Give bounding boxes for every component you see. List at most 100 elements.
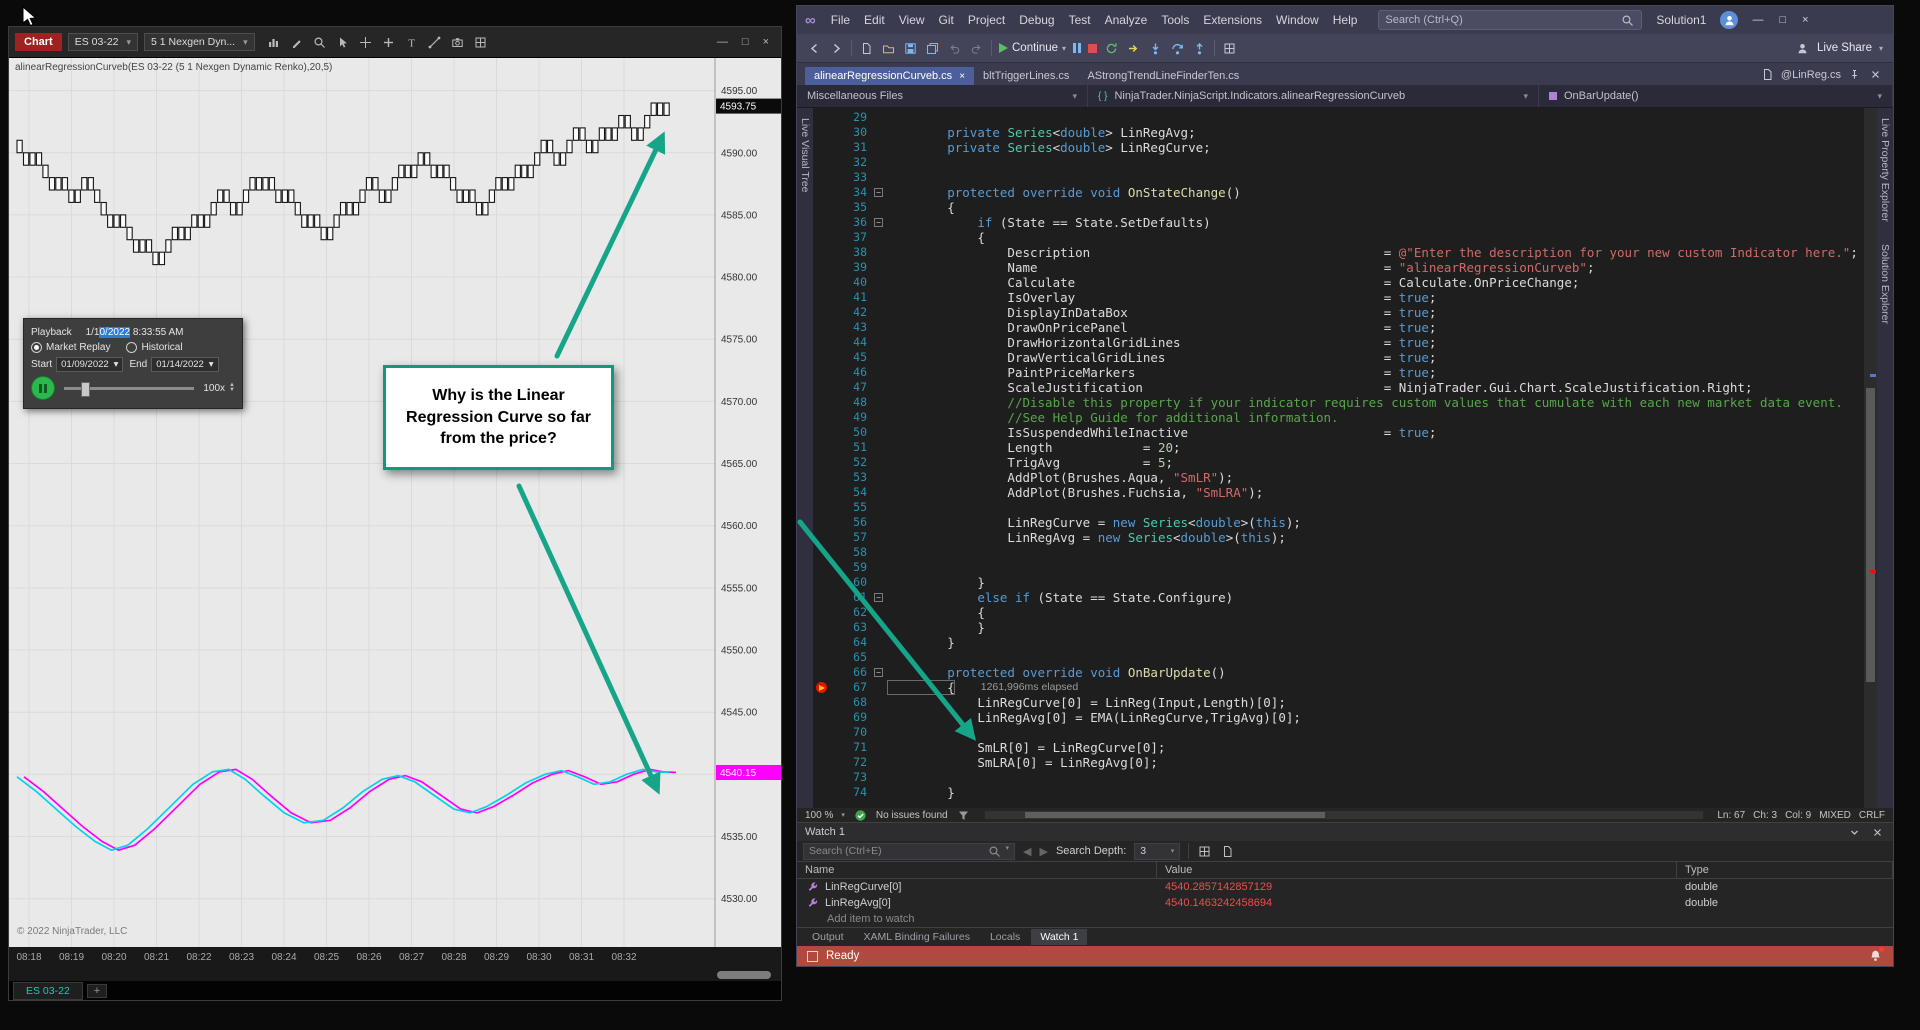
break-all-button[interactable] bbox=[1073, 43, 1082, 53]
search-next-icon[interactable]: ▶ bbox=[1039, 845, 1047, 858]
breakpoint-margin[interactable] bbox=[813, 140, 831, 155]
doc-tab-bltTriggerLines.cs[interactable]: bltTriggerLines.cs bbox=[974, 67, 1078, 85]
breakpoint-margin[interactable] bbox=[813, 530, 831, 545]
start-date-dropdown[interactable]: 01/09/2022 ▾ bbox=[56, 357, 124, 372]
breakpoint-margin[interactable] bbox=[813, 710, 831, 725]
collapse-icon[interactable]: − bbox=[874, 188, 883, 197]
maximize-button[interactable]: □ bbox=[742, 36, 749, 48]
breakpoint-margin[interactable] bbox=[813, 425, 831, 440]
chevron-down-icon[interactable] bbox=[1847, 825, 1862, 840]
close-button[interactable]: × bbox=[1802, 14, 1808, 26]
editor-scrollbar[interactable] bbox=[1864, 108, 1877, 808]
chart-window-chip[interactable]: Chart bbox=[15, 33, 62, 51]
speed-stepper[interactable]: ▲ ▼ bbox=[229, 382, 235, 393]
column-header-value[interactable]: Value bbox=[1157, 862, 1677, 878]
breakpoint-margin[interactable] bbox=[813, 365, 831, 380]
quick-search-box[interactable]: Search (Ctrl+Q) bbox=[1378, 10, 1643, 30]
grid-properties-icon[interactable] bbox=[472, 33, 490, 51]
step-into-icon[interactable] bbox=[1148, 41, 1163, 56]
breakpoint-margin[interactable] bbox=[813, 650, 831, 665]
menu-view[interactable]: View bbox=[892, 10, 932, 30]
project-dropdown[interactable]: Miscellaneous Files ▾ bbox=[797, 85, 1088, 107]
breakpoint-margin[interactable] bbox=[813, 110, 831, 125]
menu-project[interactable]: Project bbox=[961, 10, 1012, 30]
chart-style-icon[interactable] bbox=[265, 33, 283, 51]
account-avatar[interactable] bbox=[1720, 11, 1739, 29]
breakpoint-margin[interactable] bbox=[813, 485, 831, 500]
trendline-icon[interactable] bbox=[426, 33, 444, 51]
close-icon[interactable] bbox=[1870, 825, 1885, 840]
tab-solution-explorer[interactable]: Solution Explorer bbox=[1879, 244, 1891, 324]
breakpoint-margin[interactable] bbox=[813, 320, 831, 335]
breakpoint-margin[interactable] bbox=[813, 680, 831, 695]
close-icon[interactable] bbox=[1868, 67, 1883, 82]
playback-slider[interactable] bbox=[64, 381, 195, 397]
collapse-icon[interactable]: − bbox=[874, 668, 883, 677]
close-button[interactable]: × bbox=[763, 36, 769, 48]
breakpoint-margin[interactable] bbox=[813, 590, 831, 605]
editor-layout-icon[interactable] bbox=[1222, 41, 1237, 56]
live-share-label[interactable]: Live Share bbox=[1817, 42, 1872, 54]
navigate-back-icon[interactable] bbox=[807, 41, 822, 56]
column-header-name[interactable]: Name bbox=[797, 862, 1157, 878]
collapse-icon[interactable]: − bbox=[874, 218, 883, 227]
tool-tab-xaml-binding-failures[interactable]: XAML Binding Failures bbox=[855, 929, 979, 945]
instrument-dropdown[interactable]: ES 03-22 ▾ bbox=[67, 33, 139, 51]
menu-window[interactable]: Window bbox=[1269, 10, 1326, 30]
breakpoint-margin[interactable] bbox=[813, 335, 831, 350]
redo-icon[interactable] bbox=[969, 41, 984, 56]
breakpoint-margin[interactable] bbox=[813, 260, 831, 275]
menu-edit[interactable]: Edit bbox=[857, 10, 892, 30]
breakpoint-margin[interactable] bbox=[813, 755, 831, 770]
breakpoint-margin[interactable] bbox=[813, 410, 831, 425]
end-date-dropdown[interactable]: 01/14/2022 ▾ bbox=[151, 357, 219, 372]
tab-live-property-explorer[interactable]: Live Property Explorer bbox=[1879, 118, 1891, 222]
breakpoint-margin[interactable] bbox=[813, 275, 831, 290]
close-icon[interactable]: × bbox=[959, 71, 965, 82]
breakpoint-margin[interactable] bbox=[813, 170, 831, 185]
price-chart[interactable]: 4595.00 4590.00 4585.00 4580.00 4575.00 4570.… bbox=[9, 58, 781, 947]
continue-button[interactable]: Continue ▾ bbox=[999, 42, 1066, 54]
breakpoint-margin[interactable] bbox=[813, 635, 831, 650]
menu-tools[interactable]: Tools bbox=[1154, 10, 1196, 30]
menu-help[interactable]: Help bbox=[1326, 10, 1365, 30]
code-editor[interactable]: 29 30 private Series<double> LinRegAvg; 31… bbox=[813, 108, 1864, 808]
tool-tab-locals[interactable]: Locals bbox=[981, 929, 1029, 945]
breakpoint-margin[interactable] bbox=[813, 620, 831, 635]
issues-label[interactable]: No issues found bbox=[876, 810, 948, 821]
menu-test[interactable]: Test bbox=[1062, 10, 1098, 30]
tab-live-visual-tree[interactable]: Live Visual Tree bbox=[799, 118, 811, 193]
crosshair-icon[interactable] bbox=[357, 33, 375, 51]
breakpoint-margin[interactable] bbox=[813, 770, 831, 785]
breakpoint-margin[interactable] bbox=[813, 290, 831, 305]
breakpoint-margin[interactable] bbox=[813, 515, 831, 530]
text-tool-icon[interactable]: T bbox=[403, 33, 421, 51]
menu-extensions[interactable]: Extensions bbox=[1196, 10, 1269, 30]
breakpoint-margin[interactable] bbox=[813, 725, 831, 740]
breakpoint-margin[interactable] bbox=[813, 695, 831, 710]
breakpoint-margin[interactable] bbox=[813, 395, 831, 410]
breakpoint-margin[interactable] bbox=[813, 185, 831, 200]
breakpoint-margin[interactable] bbox=[813, 125, 831, 140]
breakpoint-margin[interactable] bbox=[813, 215, 831, 230]
maximize-button[interactable]: □ bbox=[1779, 14, 1786, 26]
doc-tab-alinearRegressionCurveb.cs[interactable]: alinearRegressionCurveb.cs × bbox=[805, 67, 975, 85]
doc-tab-AStrongTrendLineFinderTen.cs[interactable]: AStrongTrendLineFinderTen.cs bbox=[1078, 67, 1248, 85]
step-out-icon[interactable] bbox=[1192, 41, 1207, 56]
breakpoint-margin[interactable] bbox=[813, 200, 831, 215]
scrollbar-thumb[interactable] bbox=[717, 971, 771, 979]
open-file-icon[interactable] bbox=[881, 41, 896, 56]
zoom-icon[interactable] bbox=[311, 33, 329, 51]
market-replay-radio[interactable] bbox=[31, 342, 42, 353]
breakpoint-margin[interactable] bbox=[813, 740, 831, 755]
pin-icon[interactable] bbox=[1847, 67, 1862, 82]
breakpoint-margin[interactable] bbox=[813, 305, 831, 320]
breakpoint-margin[interactable] bbox=[813, 545, 831, 560]
watch-columns-icon[interactable] bbox=[1197, 844, 1212, 859]
notifications-button[interactable] bbox=[1868, 946, 1884, 965]
slider-handle[interactable] bbox=[80, 381, 90, 397]
chart-scrollbar[interactable] bbox=[9, 969, 781, 981]
breakpoint-margin[interactable] bbox=[813, 230, 831, 245]
save-all-icon[interactable] bbox=[925, 41, 940, 56]
restart-button[interactable] bbox=[1104, 41, 1119, 56]
